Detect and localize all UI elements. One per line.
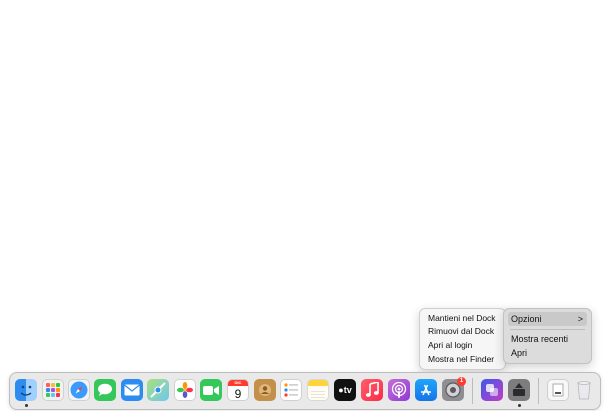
- notes-icon[interactable]: [307, 379, 329, 401]
- messages-icon[interactable]: [94, 379, 116, 401]
- menu-item-options-label: Opzioni: [511, 314, 542, 324]
- dock: DIC 9 ● tv 1: [9, 372, 601, 410]
- document-icon[interactable]: [547, 379, 569, 401]
- map-pin-icon: [150, 382, 166, 398]
- video-camera-icon: [203, 385, 219, 395]
- app-store-a-icon: [421, 384, 431, 396]
- shortcuts-icon[interactable]: [481, 379, 503, 401]
- file-icon: [552, 383, 564, 397]
- podcasts-icon[interactable]: [388, 379, 410, 401]
- maps-icon[interactable]: [147, 379, 169, 401]
- calendar-icon[interactable]: DIC 9: [227, 379, 249, 401]
- calendar-day: 9: [234, 387, 242, 401]
- launchpad-grid-icon: [46, 383, 60, 397]
- dock-divider: [538, 378, 539, 404]
- notes-lines-icon: [311, 391, 325, 398]
- finder-face-icon: [20, 385, 32, 396]
- menu-item-show-recents[interactable]: Mostra recenti: [508, 332, 587, 346]
- menu-separator: [510, 329, 585, 330]
- trash-icon[interactable]: [573, 379, 595, 401]
- music-icon[interactable]: [361, 379, 383, 401]
- menu-item-open-at-login[interactable]: Apri al login: [428, 339, 472, 352]
- menu-item-keep-in-dock[interactable]: Mantieni nel Dock: [428, 312, 496, 325]
- app-store-icon[interactable]: [415, 379, 437, 401]
- music-note-icon: [365, 382, 379, 397]
- facetime-icon[interactable]: [200, 379, 222, 401]
- launchpad-icon[interactable]: [42, 379, 64, 401]
- envelope-icon: [124, 384, 140, 396]
- person-icon: [259, 384, 271, 396]
- finder-icon[interactable]: [15, 379, 37, 401]
- dock-divider: [472, 378, 473, 404]
- photos-flower-icon: [177, 382, 193, 398]
- chevron-right-icon: >: [577, 314, 583, 324]
- trash-bin-icon: [577, 381, 591, 400]
- menu-item-options[interactable]: Opzioni >: [508, 312, 587, 326]
- safari-icon[interactable]: [68, 379, 90, 401]
- notification-badge: 1: [457, 377, 466, 386]
- contacts-icon[interactable]: [254, 379, 276, 401]
- installer-app-icon[interactable]: [508, 379, 530, 401]
- installer-running-indicator: [518, 404, 521, 407]
- menu-item-remove-from-dock[interactable]: Rimuovi dal Dock: [428, 325, 494, 338]
- menu-item-show-in-finder[interactable]: Mostra nel Finder: [428, 353, 494, 366]
- photos-icon[interactable]: [174, 379, 196, 401]
- reminders-icon[interactable]: [280, 379, 302, 401]
- finder-running-indicator: [25, 404, 28, 407]
- apple-tv-icon[interactable]: ● tv: [334, 379, 356, 401]
- menu-item-open[interactable]: Apri: [508, 346, 587, 360]
- dock-context-menu: Opzioni > Mostra recenti Apri: [503, 308, 592, 364]
- compass-icon: [70, 381, 88, 399]
- mail-icon[interactable]: [121, 379, 143, 401]
- checklist-icon: [284, 383, 298, 397]
- shortcuts-layers-icon: [486, 384, 498, 396]
- options-submenu: Mantieni nel Dock Rimuovi dal Dock Apri …: [419, 308, 506, 370]
- apple-tv-label: tv: [343, 385, 352, 395]
- speech-bubble-icon: [98, 383, 112, 396]
- podcast-antenna-icon: [391, 381, 407, 398]
- installer-box-icon: [513, 383, 525, 396]
